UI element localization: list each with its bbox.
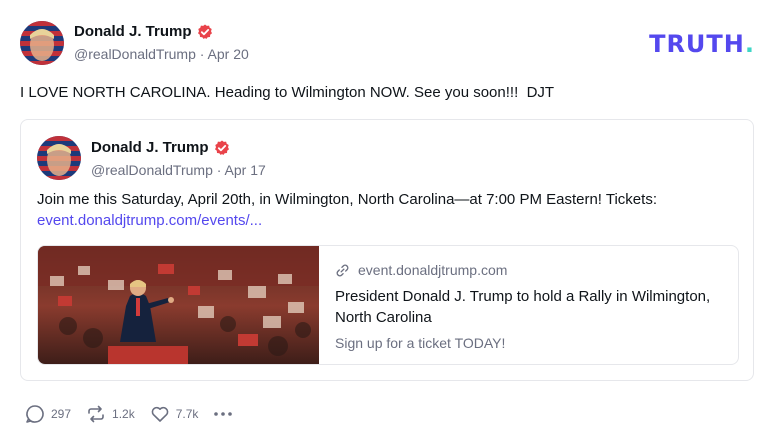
quoted-link[interactable]: event.donaldjtrump.com/events/...: [37, 212, 262, 229]
reply-count: 297: [51, 407, 72, 421]
author-name[interactable]: Donald J. Trump: [74, 23, 192, 40]
post-meta: @realDonaldTrump · Apr 20: [74, 46, 249, 62]
retruth-icon: [88, 405, 104, 423]
post-header: Donald J. Trump @realDonaldTrump · Apr 2…: [74, 23, 249, 62]
verified-badge-icon: [214, 140, 229, 155]
quoted-meta: @realDonaldTrump · Apr 17: [91, 162, 266, 178]
rally-photo[interactable]: [38, 246, 319, 365]
quoted-author-name[interactable]: Donald J. Trump: [91, 139, 209, 156]
card-domain[interactable]: event.donaldjtrump.com: [358, 262, 507, 278]
card-domain-row: event.donaldjtrump.com: [335, 262, 725, 278]
retruth-count: 1.2k: [112, 407, 135, 421]
quoted-avatar[interactable]: [37, 136, 81, 180]
post-text: I LOVE NORTH CAROLINA. Heading to Wilmin…: [20, 84, 555, 101]
quoted-header: Donald J. Trump @realDonaldTrump · Apr 1…: [91, 139, 266, 178]
truth-logo: TRUTH.: [649, 30, 755, 58]
meta-separator: ·: [199, 46, 205, 62]
quoted-handle[interactable]: @realDonaldTrump: [91, 162, 213, 178]
card-title[interactable]: President Donald J. Trump to hold a Rall…: [335, 286, 725, 328]
heart-icon: [151, 406, 169, 422]
more-button[interactable]: [212, 403, 234, 425]
quoted-text-block: Join me this Saturday, April 20th, in Wi…: [37, 189, 727, 231]
link-icon: [336, 264, 349, 276]
meta-separator: ·: [216, 162, 222, 178]
card-body: event.donaldjtrump.com President Donald …: [335, 262, 725, 351]
more-dots-icon: [214, 412, 233, 416]
quoted-text: Join me this Saturday, April 20th, in Wi…: [37, 191, 657, 208]
like-button[interactable]: 7.7k: [149, 403, 199, 425]
quoted-post[interactable]: Donald J. Trump @realDonaldTrump · Apr 1…: [20, 119, 754, 381]
like-count: 7.7k: [175, 407, 199, 421]
retruth-button[interactable]: 1.2k: [85, 403, 135, 425]
logo-dot: .: [744, 30, 755, 58]
link-preview-card[interactable]: event.donaldjtrump.com President Donald …: [37, 245, 739, 365]
quoted-date[interactable]: Apr 17: [225, 162, 266, 178]
handle[interactable]: @realDonaldTrump: [74, 46, 196, 62]
verified-badge-icon: [197, 24, 212, 39]
reply-button[interactable]: 297: [24, 403, 71, 425]
logo-text: TRUTH: [649, 30, 745, 58]
avatar[interactable]: [20, 21, 64, 65]
reply-icon: [26, 405, 44, 423]
post-date[interactable]: Apr 20: [208, 46, 249, 62]
card-description: Sign up for a ticket TODAY!: [335, 335, 506, 351]
post-actions: 297 1.2k 7.7k: [24, 403, 248, 425]
